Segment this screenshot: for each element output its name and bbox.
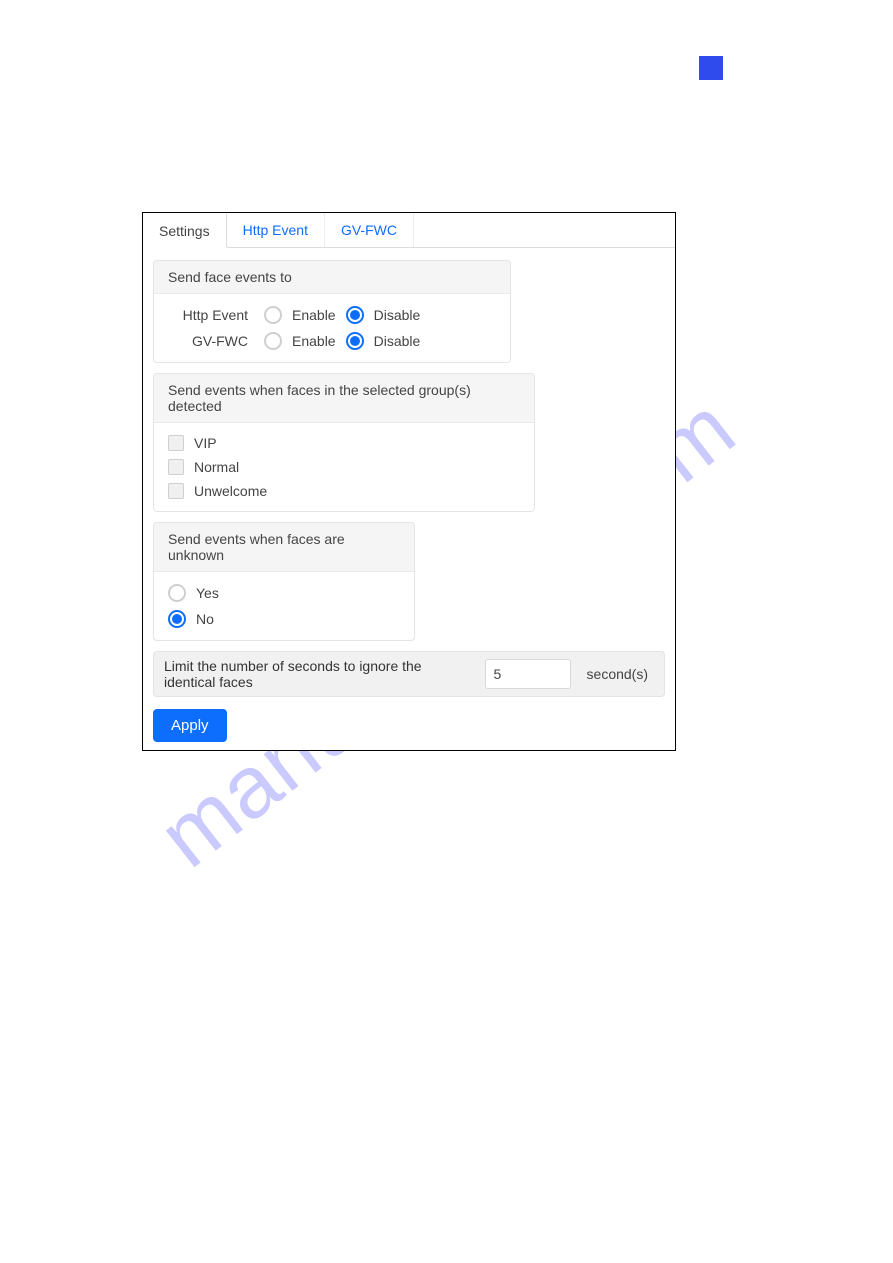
gv-fwc-enable-radio[interactable] [264, 332, 282, 350]
tab-settings[interactable]: Settings [143, 214, 227, 248]
gv-fwc-disable-radio[interactable] [346, 332, 364, 350]
group-vip-label: VIP [194, 435, 217, 451]
card-selected-groups: Send events when faces in the selected g… [153, 373, 535, 512]
group-unwelcome-label: Unwelcome [194, 483, 267, 499]
face-event-settings-panel: Settings Http Event GV-FWC Send face eve… [142, 212, 676, 751]
limit-unit-label: second(s) [581, 666, 654, 682]
card-header-unknown: Send events when faces are unknown [154, 523, 414, 572]
disable-label: Disable [374, 307, 421, 323]
card-send-face-events-to: Send face events to Http Event Enable Di… [153, 260, 511, 363]
tab-http-event[interactable]: Http Event [227, 213, 325, 247]
chapter-badge [699, 56, 723, 80]
checkbox-normal[interactable] [168, 459, 184, 475]
chapter-label: Chapter [633, 60, 686, 77]
disable-label: Disable [374, 333, 421, 349]
http-event-enable-radio[interactable] [264, 306, 282, 324]
section-heading: 3.2.5 Face Event [140, 116, 753, 142]
unknown-no-radio[interactable] [168, 610, 186, 628]
chapter-number: 3 [735, 60, 743, 77]
apply-button[interactable]: Apply [153, 709, 227, 742]
card-header-groups: Send events when faces in the selected g… [154, 374, 534, 423]
unknown-no-label: No [196, 611, 214, 627]
page-header: Chapter 3 [633, 56, 743, 80]
http-event-disable-radio[interactable] [346, 306, 364, 324]
intro-text: You can send face events to Http Listeni… [140, 176, 753, 200]
tabs-bar: Settings Http Event GV-FWC [143, 213, 675, 248]
limit-seconds-bar: Limit the number of seconds to ignore th… [153, 651, 665, 697]
http-event-row-label: Http Event [168, 307, 248, 323]
card-unknown-faces: Send events when faces are unknown Yes N… [153, 522, 415, 641]
card-header-send-to: Send face events to [154, 261, 510, 294]
checkbox-vip[interactable] [168, 435, 184, 451]
unknown-yes-radio[interactable] [168, 584, 186, 602]
group-normal-label: Normal [194, 459, 239, 475]
tab-gv-fwc[interactable]: GV-FWC [325, 213, 414, 247]
limit-seconds-input[interactable] [485, 659, 571, 689]
enable-label: Enable [292, 307, 336, 323]
checkbox-unwelcome[interactable] [168, 483, 184, 499]
gv-fwc-row-label: GV-FWC [168, 333, 248, 349]
enable-label: Enable [292, 333, 336, 349]
limit-label: Limit the number of seconds to ignore th… [164, 658, 475, 690]
unknown-yes-label: Yes [196, 585, 219, 601]
page-number: 33 [0, 1201, 893, 1217]
